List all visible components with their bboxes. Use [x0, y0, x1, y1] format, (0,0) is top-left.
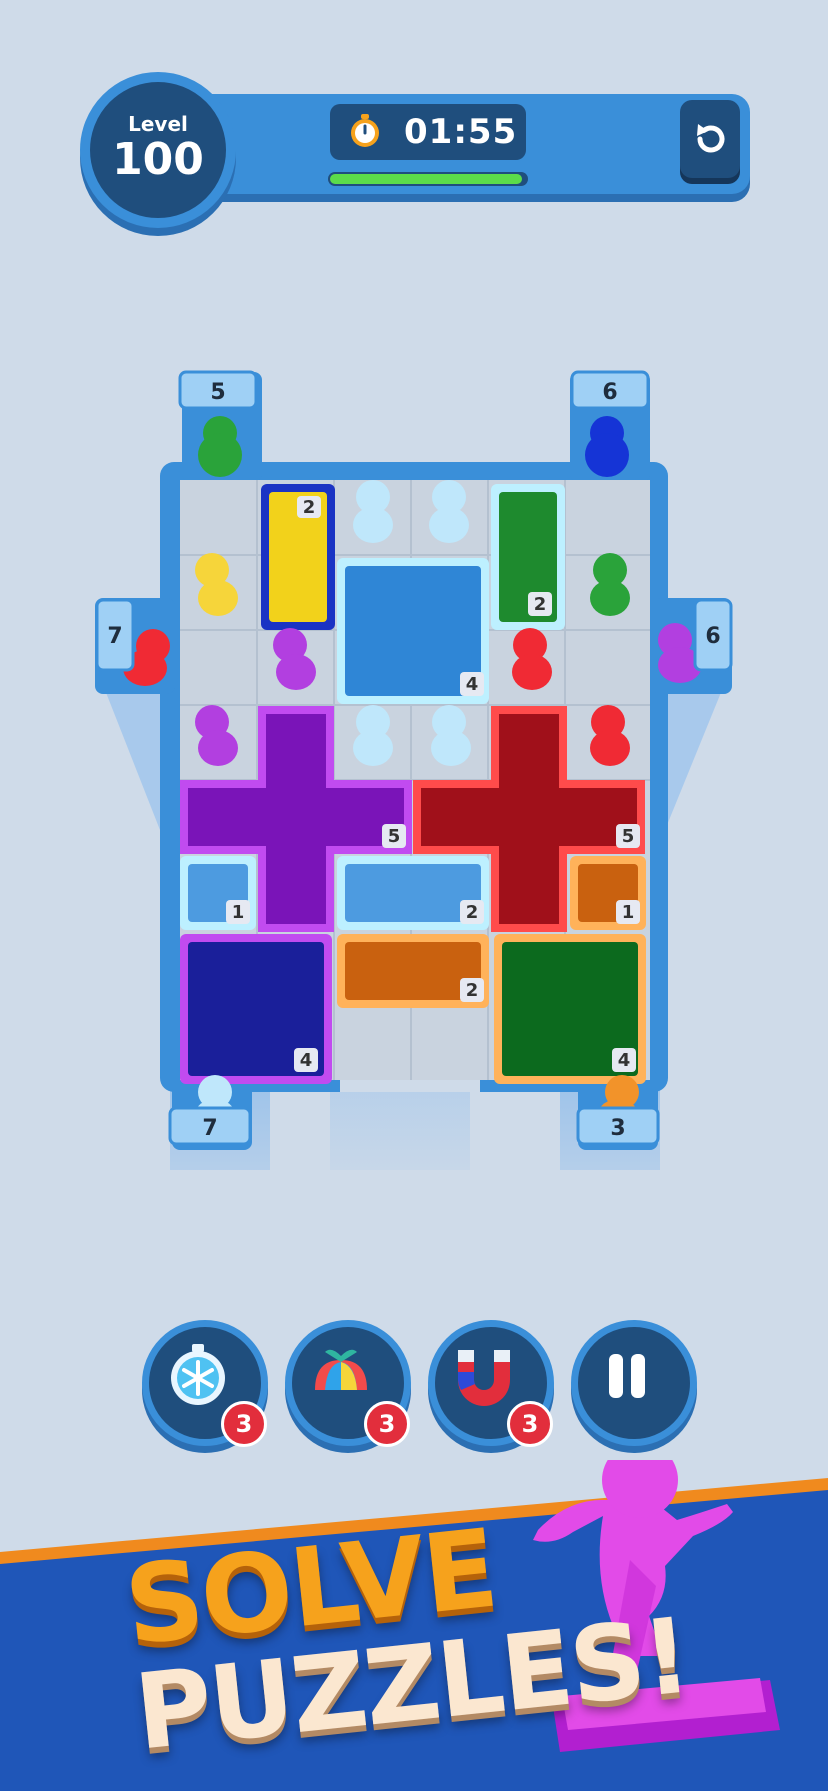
blue-square[interactable]: 4 [337, 558, 489, 704]
timer-progress-fill [330, 174, 523, 184]
navy-square[interactable]: 4 [180, 934, 332, 1084]
door-count: 7 [202, 1116, 217, 1141]
powerup-count: 3 [221, 1401, 267, 1447]
stopwatch-icon [351, 114, 379, 147]
piece-count: 4 [466, 674, 479, 695]
magnet-button[interactable]: 3 [428, 1320, 554, 1447]
timer-display: 01:55 [330, 104, 526, 160]
piece-count: 2 [466, 902, 479, 923]
yellow-bar[interactable]: 2 [261, 484, 335, 630]
rotate-button[interactable]: 3 [285, 1320, 411, 1447]
door-right: 6 [693, 598, 733, 672]
door-left: 7 [95, 598, 135, 672]
level-label: Level [128, 112, 188, 136]
piece-count: 1 [232, 902, 245, 923]
door-bottom-right: 3 [576, 1106, 660, 1146]
piece-count: 5 [622, 826, 635, 847]
restart-button[interactable] [680, 100, 740, 178]
restart-icon [697, 124, 725, 153]
door-bottom-left: 7 [168, 1106, 252, 1146]
timer-progress-bar [328, 172, 528, 186]
green-square[interactable]: 4 [494, 934, 646, 1084]
level-badge: Level 100 [80, 72, 236, 228]
powerup-count: 3 [507, 1401, 553, 1447]
door-count: 5 [210, 380, 225, 405]
door-top-right: 6 [570, 370, 650, 410]
door-count: 3 [610, 1116, 625, 1141]
piece-count: 1 [622, 902, 635, 923]
freeze-time-button[interactable]: 3 [142, 1320, 268, 1447]
pause-button[interactable] [571, 1320, 697, 1446]
puzzle-board: 2 2 4 5 5 1 2 1 4 2 4 5 6 7 6 7 3 [95, 370, 733, 1170]
timer-text: 01:55 [404, 112, 518, 152]
person-lightblue [353, 705, 393, 766]
lightblue-small-left[interactable]: 1 [180, 856, 256, 930]
powerup-count: 3 [364, 1401, 410, 1447]
piece-count: 4 [618, 1050, 631, 1071]
piece-count: 4 [300, 1050, 313, 1071]
piece-count: 5 [388, 826, 401, 847]
piece-count: 2 [534, 594, 547, 615]
pause-icon [609, 1354, 645, 1398]
lightblue-bar-mid[interactable]: 2 [337, 856, 489, 930]
level-number: 100 [112, 134, 204, 185]
door-top-left: 5 [178, 370, 258, 410]
orange-bar[interactable]: 2 [337, 934, 489, 1008]
door-count: 7 [107, 624, 122, 649]
door-count: 6 [602, 380, 617, 405]
door-count: 6 [705, 624, 720, 649]
piece-count: 2 [466, 980, 479, 1001]
green-bar-top[interactable]: 2 [491, 484, 565, 630]
piece-count: 2 [303, 497, 316, 518]
orange-small[interactable]: 1 [570, 856, 646, 930]
